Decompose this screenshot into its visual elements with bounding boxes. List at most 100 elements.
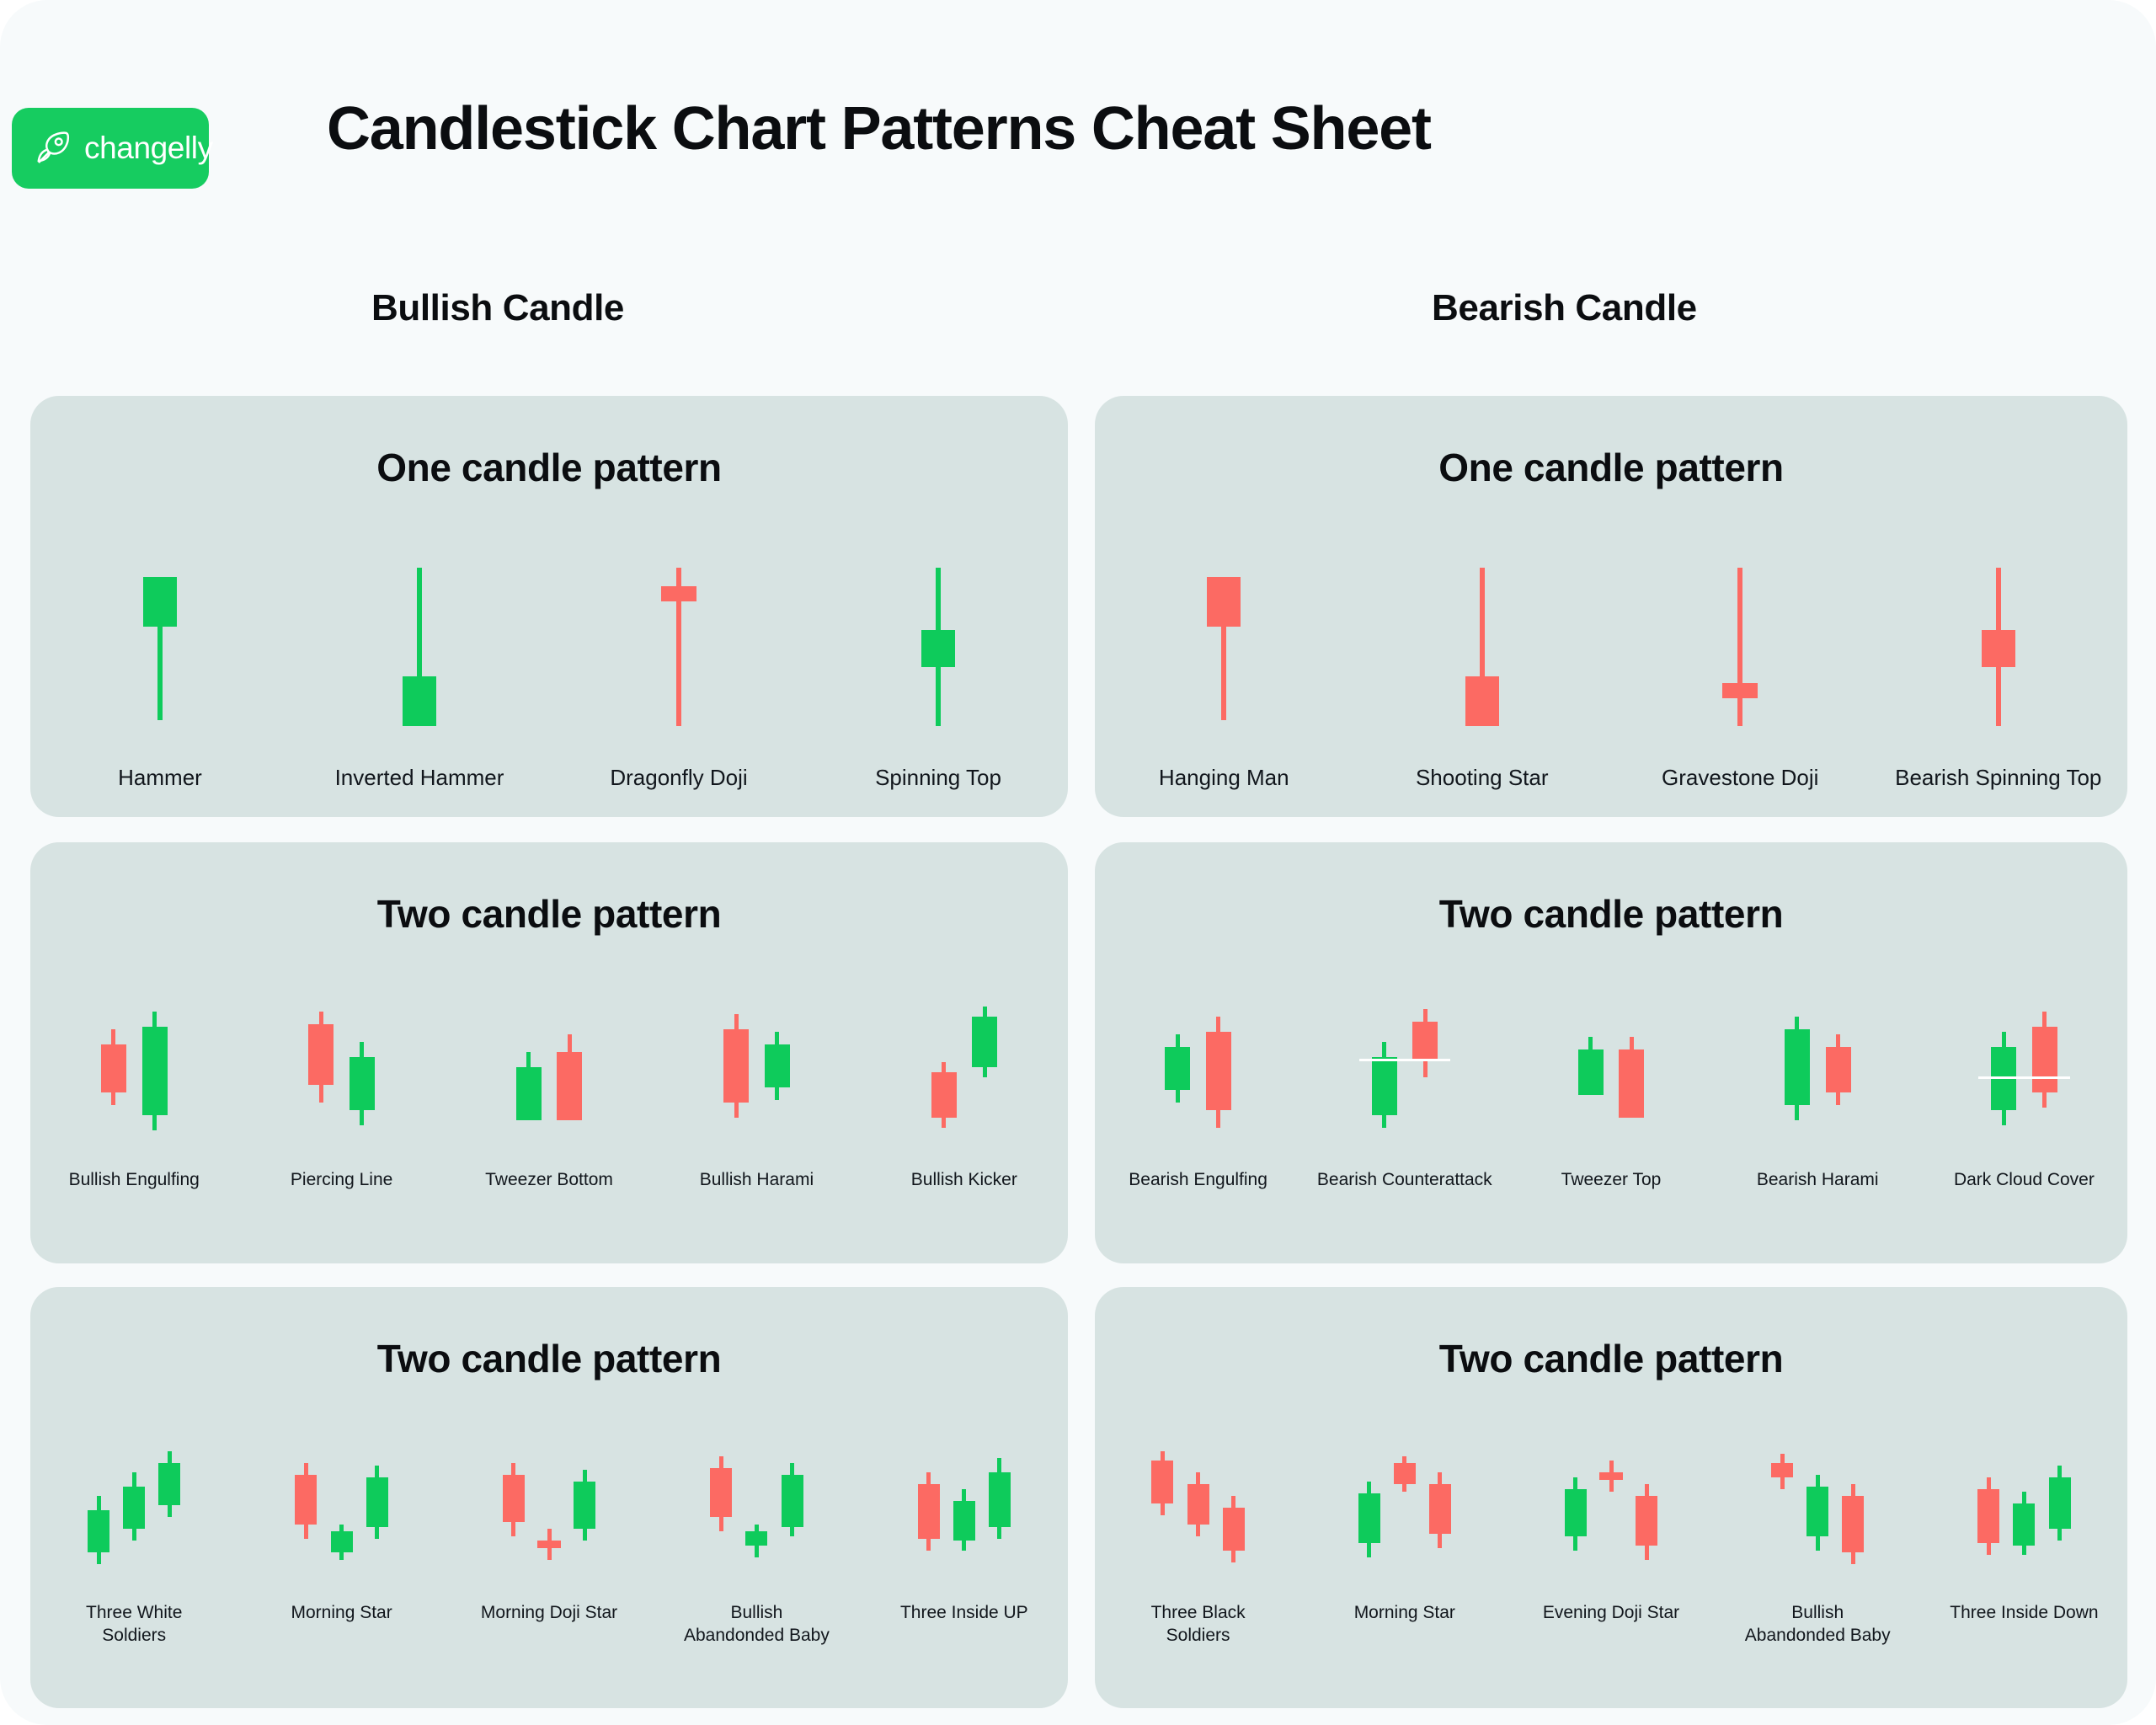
pattern-item[interactable]: Spinning Top: [808, 564, 1068, 793]
pattern-label: Bullish Abandonded Baby: [1744, 1603, 1891, 1646]
candle-body: [1981, 629, 2015, 668]
pattern-item[interactable]: Bullish Abandonded Baby: [1715, 1451, 1921, 1648]
panel-bullish-three: Two candle pattern Three White Soldiers Mo…: [30, 1287, 1068, 1708]
candlestick: [898, 564, 979, 727]
pattern-item[interactable]: Shooting Star: [1353, 564, 1612, 793]
candlestick: [1958, 564, 2039, 727]
brand-name: changelly: [84, 131, 213, 165]
pattern-item[interactable]: Bearish Engulfing: [1095, 1007, 1301, 1191]
pattern-label: Tweezer Top: [1561, 1170, 1662, 1189]
pattern-item[interactable]: Dark Cloud Cover: [1921, 1007, 2127, 1191]
candle-body: [1412, 1022, 1438, 1060]
candlestick: [1364, 1007, 1446, 1133]
column-heading-bullish: Bullish Candle: [371, 287, 624, 328]
candle-stage: [1764, 1451, 1870, 1569]
pattern-item[interactable]: Bearish Harami: [1715, 1007, 1921, 1191]
pattern-item[interactable]: Hammer: [30, 564, 290, 793]
candle-stage: [1358, 1007, 1451, 1133]
pattern-label: Bearish Engulfing: [1129, 1170, 1267, 1189]
pattern-item[interactable]: Three Inside Down: [1921, 1451, 2127, 1624]
pattern-item[interactable]: Bullish Harami: [653, 1007, 860, 1191]
candle-diagram: [808, 564, 1068, 727]
candle-diagram: [653, 1451, 860, 1569]
candle-diagram: [1921, 1451, 2127, 1569]
pattern-item[interactable]: Dragonfly Doji: [549, 564, 808, 793]
pattern-row: Hammer Inverted Hammer Dragonfly Doji Spinn…: [30, 564, 1068, 793]
pattern-label: Three Black Soldiers: [1150, 1603, 1246, 1646]
candle-body: [781, 1475, 803, 1527]
changelly-logo-badge[interactable]: changelly: [12, 108, 213, 189]
candle-stage: [93, 1007, 175, 1133]
candle-body: [141, 1027, 168, 1115]
pattern-label: Tweezer Bottom: [485, 1170, 613, 1189]
pattern-label: Bullish Harami: [699, 1170, 814, 1189]
candle-stage: [1978, 1007, 2070, 1133]
candle-stage: [379, 564, 460, 727]
pattern-label: Three White Soldiers: [86, 1603, 183, 1646]
pattern-label: Gravestone Doji: [1662, 765, 1819, 790]
candle-diagram: [861, 1451, 1068, 1569]
pattern-item[interactable]: Bearish Spinning Top: [1870, 564, 2128, 793]
candle-stage: [509, 1007, 590, 1133]
candlestick: [1145, 1451, 1251, 1569]
candle-diagram: [1095, 564, 1353, 720]
candle-body: [988, 1472, 1011, 1527]
pattern-item[interactable]: Bullish Kicker: [861, 1007, 1068, 1191]
candlestick: [1571, 1007, 1652, 1133]
candlestick: [638, 564, 719, 727]
candlestick: [93, 1007, 175, 1133]
candle-diagram: [446, 1007, 653, 1133]
candle-diagram: [446, 1451, 653, 1569]
pattern-item[interactable]: Bullish Abandonded Baby: [653, 1451, 860, 1648]
pattern-item[interactable]: Morning Doji Star: [446, 1451, 653, 1624]
candle-body: [403, 676, 436, 727]
pattern-item[interactable]: Gravestone Doji: [1611, 564, 1870, 793]
pattern-label: Hammer: [118, 765, 202, 790]
candle-body: [1636, 1496, 1658, 1546]
pattern-item[interactable]: Inverted Hammer: [290, 564, 549, 793]
pattern-item[interactable]: Morning Star: [1301, 1451, 1508, 1624]
candle-stage: [289, 1451, 395, 1569]
pattern-item[interactable]: Three Black Soldiers: [1095, 1451, 1301, 1648]
pattern-item[interactable]: Three Inside UP: [861, 1451, 1068, 1624]
candle-diagram: [1508, 1451, 1714, 1569]
candle-diagram: [1095, 1007, 1301, 1133]
candlestick: [1764, 1451, 1870, 1569]
candle-stage: [81, 1451, 187, 1569]
candle-body: [1842, 1496, 1865, 1553]
panel-bullish-two: Two candle pattern Bullish Engulfing Pierc…: [30, 842, 1068, 1263]
candlestick: [1700, 564, 1780, 727]
candle-stage: [911, 1451, 1017, 1569]
connector-line: [1358, 1058, 1451, 1061]
candle-stage: [924, 1007, 1006, 1133]
candlestick: [301, 1007, 382, 1133]
pattern-item[interactable]: Hanging Man: [1095, 564, 1353, 793]
candle-body: [366, 1477, 388, 1527]
candle-stage: [1700, 564, 1780, 727]
candle-body: [1825, 1047, 1851, 1092]
pattern-item[interactable]: Bearish Counterattack: [1301, 1007, 1508, 1191]
pattern-label: Three Inside UP: [899, 1603, 1028, 1622]
pattern-label: Inverted Hammer: [334, 765, 504, 790]
panel-bearish-two: Two candle pattern Bearish Engulfing Beari…: [1095, 842, 2127, 1263]
candle-body: [661, 585, 696, 602]
pattern-item[interactable]: Tweezer Bottom: [446, 1007, 653, 1191]
panel-title: One candle pattern: [376, 446, 722, 489]
candle-diagram: [30, 1451, 237, 1569]
pattern-item[interactable]: Tweezer Top: [1508, 1007, 1714, 1191]
pattern-label: Morning Doji Star: [480, 1603, 618, 1622]
pattern-label: Bearish Harami: [1756, 1170, 1879, 1189]
pattern-item[interactable]: Piercing Line: [237, 1007, 445, 1191]
candlestick: [496, 1451, 602, 1569]
candle-diagram: [1301, 1451, 1508, 1569]
pattern-item[interactable]: Morning Star: [237, 1451, 445, 1624]
pattern-item[interactable]: Three White Soldiers: [30, 1451, 237, 1648]
candle-stage: [301, 1007, 382, 1133]
candle-stage: [638, 564, 719, 727]
pattern-label: Piercing Line: [290, 1170, 393, 1189]
candlestick: [1442, 564, 1523, 727]
candle-diagram: [30, 1007, 237, 1133]
pattern-item[interactable]: Evening Doji Star: [1508, 1451, 1714, 1624]
pattern-item[interactable]: Bullish Engulfing: [30, 1007, 237, 1191]
candle-diagram: [861, 1007, 1068, 1133]
